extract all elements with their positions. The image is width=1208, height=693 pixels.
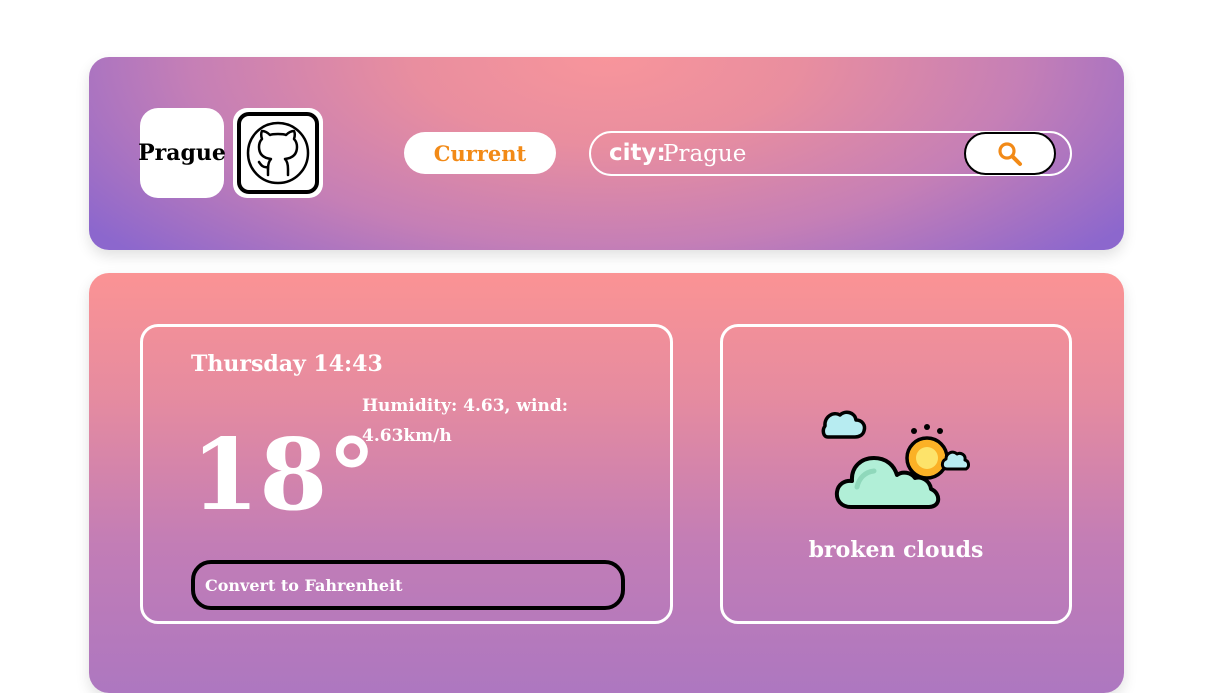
convert-fahrenheit-button[interactable]: Convert to Fahrenheit <box>191 560 625 610</box>
city-search-input[interactable] <box>663 138 953 170</box>
convert-button-label: Convert to Fahrenheit <box>205 575 403 595</box>
broken-clouds-icon <box>821 410 970 509</box>
city-badge-label: Prague <box>138 140 226 166</box>
weather-description: broken clouds <box>808 537 984 563</box>
search-icon <box>998 141 1022 166</box>
humidity-wind-text: Humidity: 4.63, wind: 4.63km/h <box>362 396 568 446</box>
temperature-value: 18° <box>191 418 377 533</box>
description-panel: broken clouds <box>720 324 1072 624</box>
search-bar: city: <box>589 131 1072 176</box>
temperature-panel: Thursday 14:43 Humidity: 4.63, wind: 4.6… <box>140 324 673 624</box>
github-icon <box>246 121 310 185</box>
current-button[interactable]: Current <box>404 132 556 174</box>
github-icon-frame <box>237 112 319 194</box>
search-button[interactable] <box>964 132 1056 175</box>
date-time: Thursday 14:43 <box>191 351 383 377</box>
search-label: city: <box>609 140 666 166</box>
github-link-button[interactable] <box>233 108 323 198</box>
current-button-label: Current <box>433 140 527 166</box>
city-badge: Prague <box>138 108 226 198</box>
